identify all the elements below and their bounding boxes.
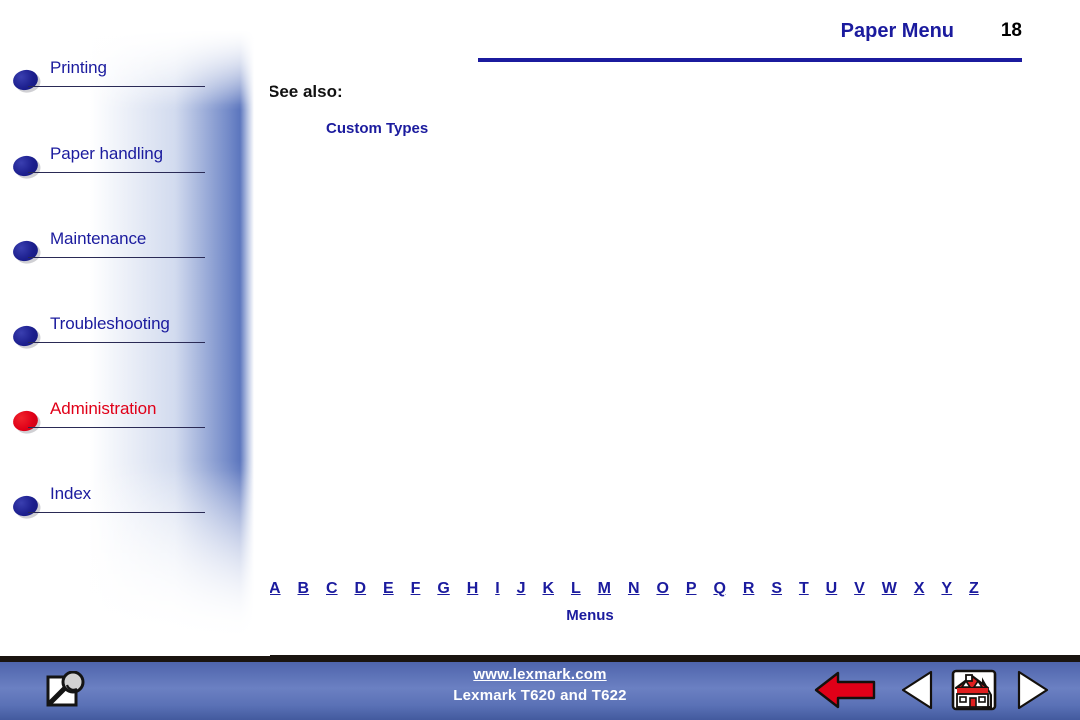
sidebar-item-label: Paper handling (50, 144, 163, 163)
sidebar-item-label: Troubleshooting (50, 314, 170, 333)
menus-caption: Menus (566, 607, 614, 624)
header-rule (478, 58, 1022, 62)
document-page: Printing Paper handling Maintenance Trou… (0, 0, 1080, 720)
white-right-triangle-icon (1017, 670, 1049, 710)
alpha-link-i[interactable]: I (494, 580, 500, 598)
page-number: 18 (1000, 20, 1022, 41)
alpha-link-z[interactable]: Z (968, 580, 980, 598)
page-title: Paper Menu (840, 20, 954, 42)
alpha-link-r[interactable]: R (742, 580, 756, 598)
alpha-link-o[interactable]: O (655, 580, 669, 598)
oval-bullet-icon (11, 323, 40, 349)
footer-bar: www.lexmark.com Lexmark T620 and T622 (0, 655, 1080, 720)
oval-bullet-icon (11, 238, 40, 264)
alpha-link-s[interactable]: S (770, 580, 783, 598)
alpha-link-n[interactable]: N (627, 580, 641, 598)
sidebar-item-maintenance[interactable]: Maintenance (0, 229, 270, 269)
printer-model-label: Lexmark T620 and T622 (453, 687, 627, 704)
search-button[interactable] (42, 670, 94, 713)
sidebar-item-rule (28, 172, 205, 173)
alpha-link-w[interactable]: W (881, 580, 898, 598)
alpha-link-c[interactable]: C (325, 580, 339, 598)
sidebar-navigation: Printing Paper handling Maintenance Trou… (0, 0, 270, 656)
sidebar-item-rule (28, 342, 205, 343)
alpha-link-l[interactable]: L (570, 580, 582, 598)
alpha-link-e[interactable]: E (382, 580, 395, 598)
sidebar-item-paper-handling[interactable]: Paper handling (0, 144, 270, 184)
home-button[interactable] (950, 669, 998, 711)
previous-page-button[interactable] (898, 669, 938, 711)
see-also-heading: See also: (268, 82, 343, 101)
back-button[interactable] (812, 669, 880, 711)
alpha-link-m[interactable]: M (597, 580, 612, 598)
sidebar-item-rule (28, 427, 205, 428)
sidebar-item-rule (28, 512, 205, 513)
alpha-link-b[interactable]: B (297, 580, 311, 598)
white-left-triangle-icon (901, 670, 933, 710)
alpha-link-d[interactable]: D (354, 580, 368, 598)
red-left-arrow-icon (814, 671, 876, 709)
alpha-link-u[interactable]: U (825, 580, 839, 598)
alpha-link-x[interactable]: X (913, 580, 926, 598)
alpha-link-v[interactable]: V (853, 580, 866, 598)
magnifier-page-icon (46, 670, 85, 707)
sidebar-item-troubleshooting[interactable]: Troubleshooting (0, 314, 270, 354)
sidebar-item-label: Index (50, 484, 92, 503)
sidebar-item-rule (28, 86, 205, 87)
footer-divider (0, 655, 1080, 662)
lexmark-website-link[interactable]: www.lexmark.com (380, 666, 700, 683)
sidebar-item-label: Printing (50, 58, 107, 77)
oval-bullet-icon (11, 493, 40, 519)
main-content: See also: Custom Types (268, 82, 1028, 582)
alpha-link-t[interactable]: T (798, 580, 810, 598)
sidebar-item-administration[interactable]: Administration (0, 399, 270, 439)
sidebar-item-printing[interactable]: Printing (0, 58, 270, 98)
sidebar-item-label: Administration (50, 399, 157, 418)
alpha-link-y[interactable]: Y (940, 580, 953, 598)
house-icon (951, 669, 997, 711)
footer-center-text: www.lexmark.com Lexmark T620 and T622 (380, 666, 700, 704)
alpha-link-f[interactable]: F (410, 580, 422, 598)
oval-bullet-icon (11, 153, 40, 179)
alpha-link-h[interactable]: H (466, 580, 480, 598)
next-page-button[interactable] (1012, 669, 1052, 711)
sidebar-item-label: Maintenance (50, 229, 147, 248)
oval-bullet-icon (11, 408, 40, 434)
sidebar-item-rule (28, 257, 205, 258)
alpha-link-g[interactable]: G (436, 580, 450, 598)
alpha-link-a[interactable]: A (268, 580, 282, 598)
see-also-link-list: Custom Types (326, 120, 428, 143)
alpha-link-p[interactable]: P (685, 580, 698, 598)
oval-bullet-icon (11, 67, 40, 93)
page-header: Paper Menu 18 (478, 20, 1022, 66)
alpha-link-q[interactable]: Q (712, 580, 726, 598)
sidebar-item-index[interactable]: Index (0, 484, 270, 524)
see-also-link-custom-types[interactable]: Custom Types (326, 120, 428, 137)
alpha-link-j[interactable]: J (516, 580, 527, 598)
alphabet-index-bar: A B C D E F G H I J K L M N O P Q R S T … (268, 580, 980, 598)
alpha-link-k[interactable]: K (541, 580, 555, 598)
